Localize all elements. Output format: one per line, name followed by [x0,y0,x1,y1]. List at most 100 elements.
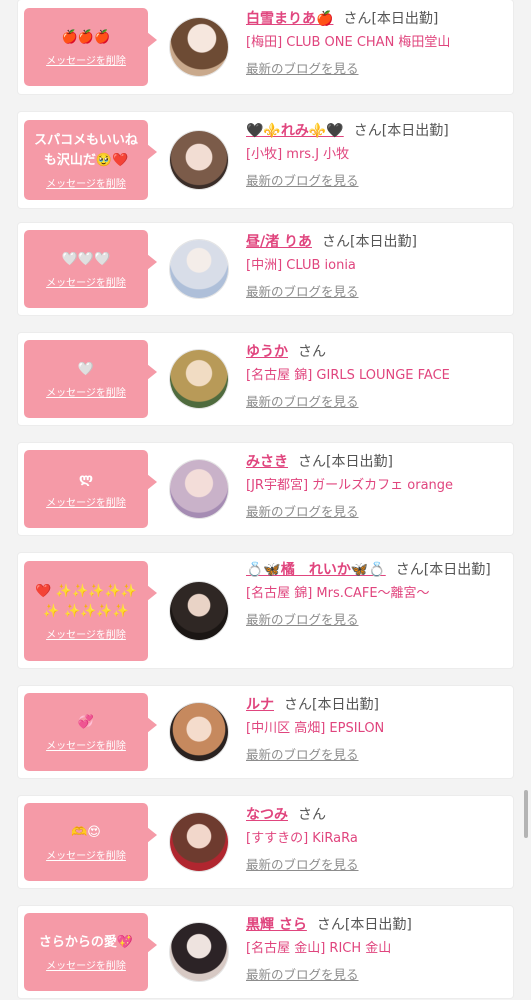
shop-name: [中洲] CLUB ionia [246,258,356,273]
message-bubble: 🍎🍎🍎 メッセージを削除 [24,8,157,86]
message-bubble: 🤍🤍🤍 メッセージを削除 [24,230,157,308]
profile-name-link[interactable]: 💍🦋橘 れいか🦋💍 [246,562,386,578]
message-card: 🍎🍎🍎 メッセージを削除 白雪まりあ🍎 さん[本日出勤] [梅田] CLUB ONE C… [18,0,513,94]
profile-info: ゆうか さん [名古屋 錦] GIRLS LOUNGE FACE 最新のブログを見る [246,341,505,410]
message-text: スパコメもいいねも沢山だ🥹❤️ [34,132,138,168]
profile-name-link[interactable]: 🖤⚜️れみ⚜️🖤 [246,123,344,139]
message-card: ლ メッセージを削除 みさき さん[本日出勤] [JR宇都宮] ガールズカフェ oran… [18,443,513,535]
message-bubble: ❤️ ✨✨✨✨✨✨ ✨✨✨✨ メッセージを削除 [24,561,157,661]
shop-name: [小牧] mrs.J 小牧 [246,147,350,162]
latest-blog-link[interactable]: 最新のブログを見る [246,744,359,763]
delete-message-link[interactable]: メッセージを削除 [46,384,126,399]
delete-message-link[interactable]: メッセージを削除 [46,52,126,67]
delete-message-link[interactable]: メッセージを削除 [46,274,126,289]
message-bubble: 🫶😍 メッセージを削除 [24,803,157,881]
delete-message-link[interactable]: メッセージを削除 [46,175,126,190]
message-card: ❤️ ✨✨✨✨✨✨ ✨✨✨✨ メッセージを削除 💍🦋橘 れいか🦋💍 さん[本日出勤] [… [18,553,513,668]
status-badge: [本日出勤] [371,11,439,27]
latest-blog-link[interactable]: 最新のブログを見る [246,501,359,520]
message-card: さらからの愛💖 メッセージを削除 黒輝 さら さん[本日出勤] [名古屋 金山] RIC… [18,906,513,998]
delete-message-link[interactable]: メッセージを削除 [46,737,126,752]
name-line: みさき さん[本日出勤] [246,451,505,473]
latest-blog-link[interactable]: 最新のブログを見る [246,964,359,983]
honorific: さん [298,454,326,470]
avatar[interactable] [170,240,228,298]
profile-info: 昼/渚 りあ さん[本日出勤] [中洲] CLUB ionia 最新のブログを見る [246,231,505,300]
message-text: 🫶😍 [71,824,101,840]
name-line: 黒輝 さら さん[本日出勤] [246,914,505,936]
status-badge: [本日出勤] [344,917,412,933]
message-text: 🤍🤍🤍 [61,251,111,267]
honorific: さん [298,807,326,823]
delete-message-link[interactable]: メッセージを削除 [46,957,126,972]
latest-blog-link[interactable]: 最新のブログを見る [246,854,359,873]
avatar[interactable] [170,582,228,640]
message-card: スパコメもいいねも沢山だ🥹❤️ メッセージを削除 🖤⚜️れみ⚜️🖤 さん[本日出勤] [… [18,112,513,208]
delete-message-link[interactable]: メッセージを削除 [46,626,126,641]
message-text: ლ [79,471,93,487]
profile-name-link[interactable]: ゆうか [246,344,288,360]
honorific: さん [284,697,312,713]
message-bubble: 💞 メッセージを削除 [24,693,157,771]
delete-message-link[interactable]: メッセージを削除 [46,847,126,862]
name-line: 🖤⚜️れみ⚜️🖤 さん[本日出勤] [246,120,505,142]
honorific: さん [395,562,424,578]
latest-blog-link[interactable]: 最新のブログを見る [246,391,359,410]
message-card: 🤍 メッセージを削除 ゆうか さん [名古屋 錦] GIRLS LOUNGE FACE 最… [18,333,513,425]
message-text: 🍎🍎🍎 [61,29,111,45]
profile-info: なつみ さん [すすきの] KiRaRa 最新のブログを見る [246,804,505,873]
message-card: 💞 メッセージを削除 ルナ さん[本日出勤] [中川区 高畑] EPSILON 最新のブロ… [18,686,513,778]
name-line: 白雪まりあ🍎 さん[本日出勤] [246,8,505,30]
honorific: さん [343,11,372,27]
message-bubble: スパコメもいいねも沢山だ🥹❤️ メッセージを削除 [24,120,157,200]
profile-info: 💍🦋橘 れいか🦋💍 さん[本日出勤] [名古屋 錦] Mrs.CAFE〜離宮〜 最新の… [246,559,505,628]
profile-info: 白雪まりあ🍎 さん[本日出勤] [梅田] CLUB ONE CHAN 梅田堂山最新の… [246,8,505,77]
latest-blog-link[interactable]: 最新のブログを見る [246,58,359,77]
shop-name: [梅田] CLUB ONE CHAN 梅田堂山 [246,35,451,50]
status-badge: [本日出勤] [381,123,449,139]
shop-name: [すすきの] KiRaRa [246,831,358,846]
message-text: さらからの愛💖 [38,934,134,950]
avatar[interactable] [170,923,228,981]
honorific: さん [322,234,350,250]
message-text: ❤️ ✨✨✨✨✨✨ ✨✨✨✨ [35,583,137,619]
profile-name-link[interactable]: ルナ [246,697,274,713]
status-badge: [本日出勤] [326,454,393,470]
profile-name-link[interactable]: 白雪まりあ🍎 [246,11,333,27]
message-bubble: ლ メッセージを削除 [24,450,157,528]
honorific: さん [316,917,345,933]
status-badge: [本日出勤] [350,234,417,250]
avatar[interactable] [170,350,228,408]
shop-name: [名古屋 錦] Mrs.CAFE〜離宮〜 [246,586,430,601]
avatar[interactable] [170,460,228,518]
latest-blog-link[interactable]: 最新のブログを見る [246,281,359,300]
honorific: さん [353,123,382,139]
latest-blog-link[interactable]: 最新のブログを見る [246,609,359,628]
shop-name: [中川区 高畑] EPSILON [246,721,385,736]
shop-name: [名古屋 金山] RICH 金山 [246,941,392,956]
name-line: 昼/渚 りあ さん[本日出勤] [246,231,505,253]
avatar[interactable] [170,18,228,76]
profile-name-link[interactable]: 昼/渚 りあ [246,234,312,250]
message-bubble: 🤍 メッセージを削除 [24,340,157,418]
name-line: なつみ さん [246,804,505,826]
profile-info: 黒輝 さら さん[本日出勤] [名古屋 金山] RICH 金山最新のブログを見る [246,914,505,983]
shop-name: [JR宇都宮] ガールズカフェ orange [246,478,454,493]
profile-name-link[interactable]: みさき [246,454,288,470]
avatar[interactable] [170,703,228,761]
avatar[interactable] [170,813,228,871]
profile-name-link[interactable]: なつみ [246,807,288,823]
name-line: ゆうか さん [246,341,505,363]
message-card: 🤍🤍🤍 メッセージを削除 昼/渚 りあ さん[本日出勤] [中洲] CLUB ionia… [18,223,513,315]
message-text: 🤍 [77,361,95,377]
avatar[interactable] [170,131,228,189]
scrollbar[interactable] [524,790,528,838]
latest-blog-link[interactable]: 最新のブログを見る [246,170,359,189]
profile-info: みさき さん[本日出勤] [JR宇都宮] ガールズカフェ orange 最新のブログを… [246,451,505,520]
message-card: 🫶😍 メッセージを削除 なつみ さん [すすきの] KiRaRa 最新のブログを見る [18,796,513,888]
honorific: さん [298,344,326,360]
shop-name: [名古屋 錦] GIRLS LOUNGE FACE [246,368,450,383]
delete-message-link[interactable]: メッセージを削除 [46,494,126,509]
name-line: 💍🦋橘 れいか🦋💍 さん[本日出勤] [246,559,505,581]
profile-name-link[interactable]: 黒輝 さら [246,917,307,933]
